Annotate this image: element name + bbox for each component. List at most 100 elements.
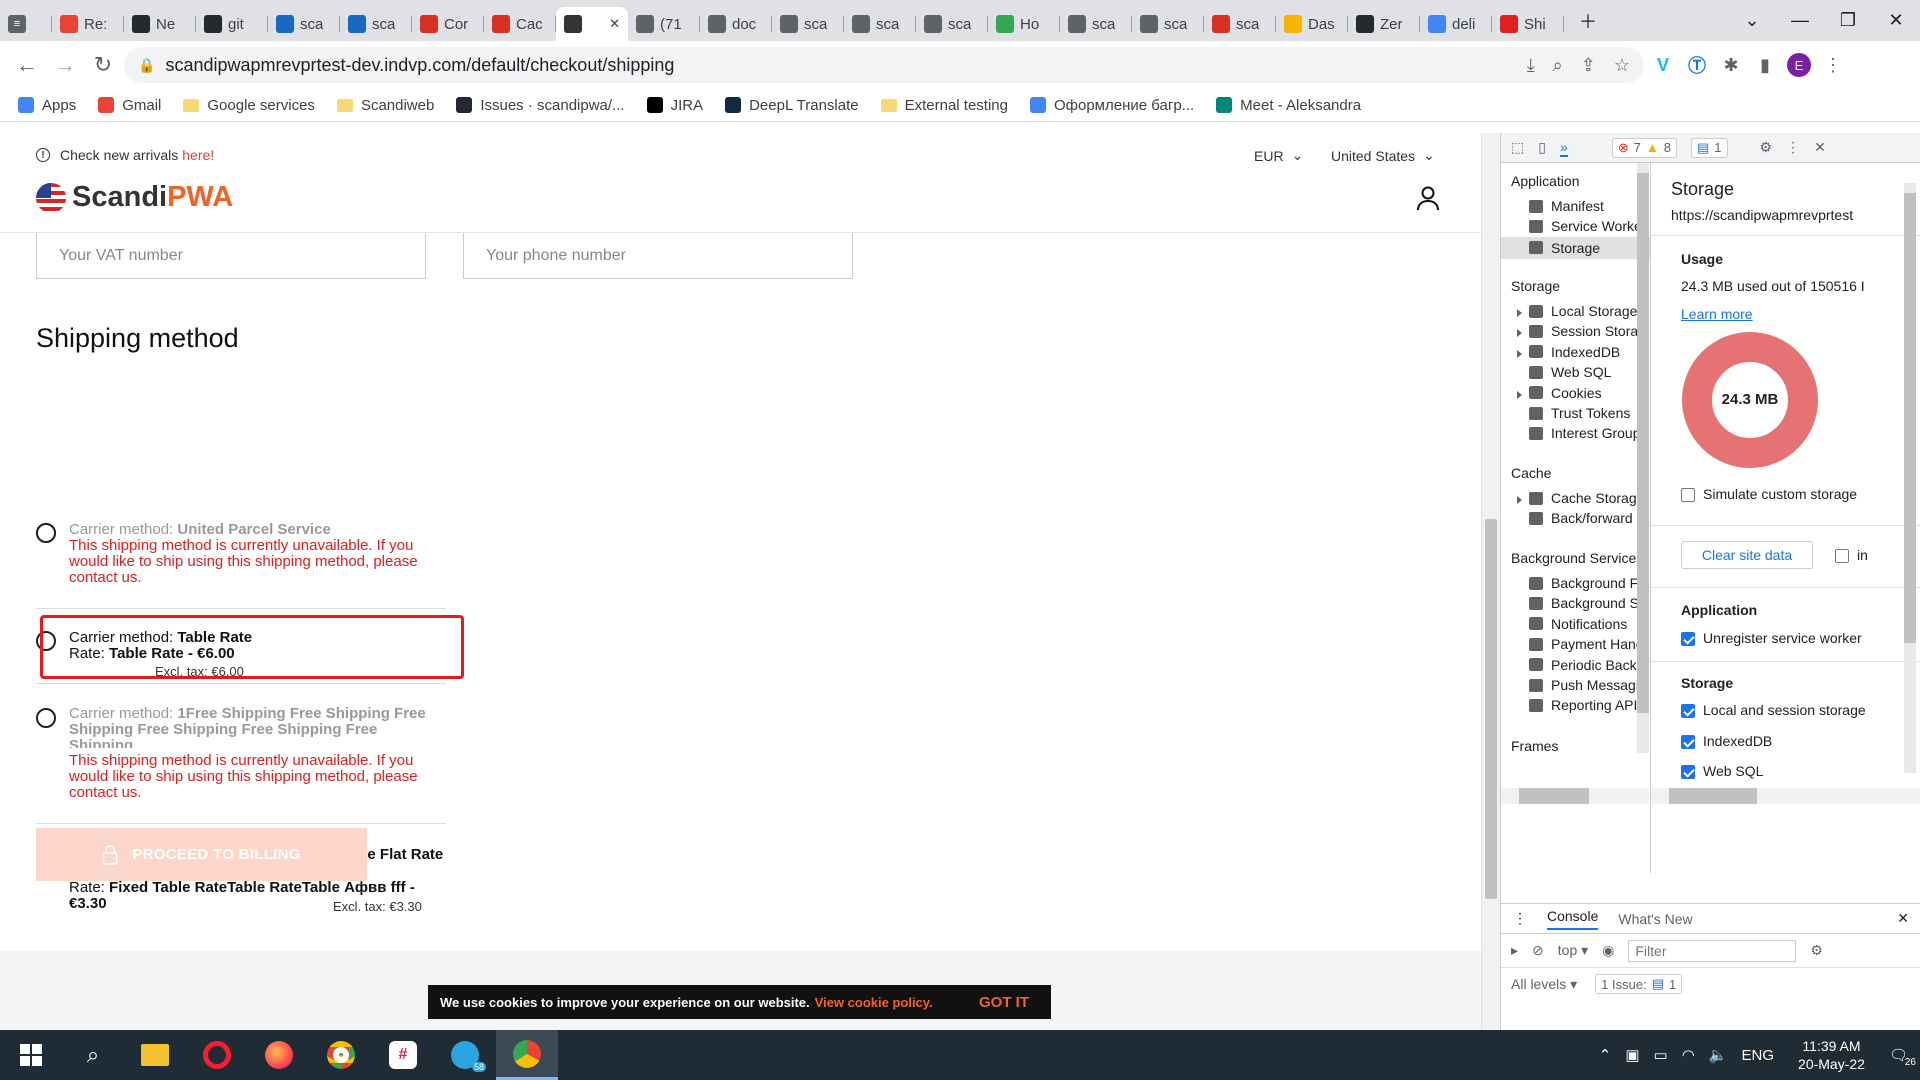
shipping-option-ups[interactable]	[36, 388, 446, 543]
browser-tab[interactable]: Cor	[412, 7, 484, 41]
sidebar-item[interactable]: Periodic Backg	[1529, 657, 1644, 673]
telegram-icon[interactable]: 58	[434, 1030, 496, 1080]
new-tab-button[interactable]: ＋	[1564, 0, 1612, 41]
local-session-checkbox[interactable]: Local and session storage	[1681, 702, 1866, 719]
context-select[interactable]: top ▾	[1558, 942, 1588, 959]
start-button[interactable]	[0, 1030, 62, 1080]
account-icon[interactable]	[1415, 185, 1441, 211]
sidebar-item[interactable]: Back/forward	[1529, 510, 1633, 526]
sidebar-item[interactable]: Notifications	[1529, 616, 1627, 632]
file-explorer-icon[interactable]	[124, 1030, 186, 1080]
console-issues-button[interactable]: 1 Issue: ▤ 1	[1595, 974, 1683, 994]
tab-search-icon-btn[interactable]: ≡	[0, 7, 52, 41]
close-tab-icon[interactable]: ✕	[609, 16, 620, 32]
bookmark-item[interactable]: JIRA	[646, 97, 703, 114]
clear-site-data-button[interactable]: Clear site data	[1681, 541, 1813, 569]
country-select[interactable]: United States ⌄	[1331, 147, 1435, 164]
translate-extension-icon[interactable]: Ⓣ	[1682, 50, 1712, 80]
inspect-element-icon[interactable]: ⬚	[1511, 139, 1524, 156]
wifi-icon[interactable]: ◠	[1682, 1046, 1695, 1064]
browser-tab[interactable]: sca	[916, 7, 988, 41]
cookie-policy-link[interactable]: View cookie policy.	[815, 995, 933, 1010]
forward-button[interactable]: →	[48, 48, 82, 82]
browser-tab[interactable]: Zer	[1348, 7, 1420, 41]
bookmark-item[interactable]: DeepL Translate	[725, 97, 859, 114]
volume-icon[interactable]: 🔈	[1709, 1046, 1728, 1064]
bookmark-item[interactable]: Scandiweb	[336, 97, 434, 114]
clear-console-icon[interactable]: ⊘	[1532, 942, 1544, 959]
include-checkbox[interactable]: in	[1835, 547, 1868, 564]
side-panel-icon[interactable]: ▮	[1750, 50, 1780, 80]
h-scroll-thumb[interactable]	[1669, 788, 1757, 804]
browser-tab[interactable]: Ne	[124, 7, 196, 41]
sidebar-item[interactable]: Background S	[1529, 595, 1639, 611]
browser-tab[interactable]: sca	[340, 7, 412, 41]
browser-tab[interactable]: Das	[1276, 7, 1348, 41]
live-expression-eye-icon[interactable]: ◉	[1602, 942, 1614, 959]
chevron-up-icon[interactable]: ⌃	[1599, 1046, 1612, 1064]
cookie-accept-button[interactable]: GOT IT	[979, 994, 1039, 1011]
bookmark-item[interactable]: Issues · scandipwa/...	[456, 97, 625, 114]
learn-more-link[interactable]: Learn more	[1681, 306, 1753, 322]
notice-link[interactable]: here!	[182, 147, 214, 163]
sidebar-item[interactable]: Payment Hand	[1529, 636, 1644, 652]
browser-tab[interactable]: Ho	[988, 7, 1060, 41]
simulate-storage-checkbox[interactable]: Simulate custom storage	[1681, 486, 1857, 503]
close-devtools-icon[interactable]: ✕	[1814, 139, 1826, 156]
browser-tab[interactable]: git	[196, 7, 268, 41]
checkbox-checked[interactable]	[1681, 735, 1695, 750]
expand-arrow-icon[interactable]	[1517, 349, 1522, 358]
checkbox-checked[interactable]	[1681, 704, 1695, 719]
vimeo-extension-icon[interactable]: V	[1648, 50, 1678, 80]
issues-counter[interactable]: ⊗ 7 ▲ 8	[1611, 137, 1677, 158]
bookmark-item[interactable]: Google services	[183, 97, 315, 114]
tab-search-icon[interactable]: ⌄	[1728, 0, 1776, 41]
opera-icon[interactable]	[186, 1030, 248, 1080]
profile-avatar[interactable]: E	[1784, 50, 1814, 80]
install-icon[interactable]: ⤓	[1527, 55, 1535, 76]
sidebar-item[interactable]: Reporting API	[1529, 697, 1637, 713]
checkbox-checked[interactable]	[1681, 765, 1695, 780]
issues-badge[interactable]: ▤ 1	[1691, 137, 1728, 158]
proceed-to-billing-button[interactable]: PROCEED TO BILLING	[36, 828, 367, 881]
checkbox[interactable]	[1835, 549, 1849, 564]
address-bar[interactable]: 🔒 scandipwapmrevprtest-dev.indvp.com/def…	[124, 47, 1644, 83]
sidebar-item[interactable]: Cookies	[1529, 385, 1602, 401]
browser-tab[interactable]: sca	[1204, 7, 1276, 41]
log-levels-select[interactable]: All levels ▾	[1511, 976, 1577, 993]
browser-tab[interactable]: Cac	[484, 7, 556, 41]
browser-tab[interactable]: Shi	[1492, 7, 1564, 41]
radio-free-shipping[interactable]	[36, 708, 56, 728]
browser-tab[interactable]: sca	[844, 7, 916, 41]
slack-icon[interactable]: #	[372, 1030, 434, 1080]
sidebar-item[interactable]: Background F	[1529, 575, 1638, 591]
expand-arrow-icon[interactable]	[1517, 390, 1522, 399]
sidebar-scrollbar[interactable]	[1637, 163, 1649, 753]
whats-new-tab[interactable]: What's New	[1618, 911, 1692, 927]
close-window-button[interactable]: ✕	[1872, 0, 1920, 41]
drawer-menu-icon[interactable]: ⋮	[1513, 910, 1527, 927]
close-drawer-icon[interactable]: ✕	[1897, 910, 1909, 927]
console-settings-icon[interactable]: ⚙	[1810, 942, 1823, 959]
language-indicator[interactable]: ENG	[1742, 1047, 1775, 1064]
bookmark-item[interactable]: Meet - Aleksandra	[1216, 97, 1361, 114]
more-tabs-icon[interactable]: »	[1559, 139, 1568, 157]
expand-arrow-icon[interactable]	[1517, 329, 1522, 338]
maximize-button[interactable]: ❐	[1824, 0, 1872, 41]
devtools-menu-icon[interactable]: ⋮	[1786, 139, 1800, 156]
site-logo[interactable]: Scandi PWA	[36, 181, 233, 214]
minimize-button[interactable]: —	[1776, 0, 1824, 41]
chrome-profile-icon[interactable]	[496, 1030, 558, 1080]
sidebar-scroll-thumb[interactable]	[1637, 173, 1649, 713]
page-scrollbar[interactable]	[1481, 133, 1500, 1030]
filter-input[interactable]: Filter	[1628, 939, 1797, 962]
bookmark-star-icon[interactable]: ☆	[1614, 55, 1630, 76]
settings-gear-icon[interactable]: ⚙	[1760, 139, 1773, 156]
browser-tab[interactable]: sca	[1060, 7, 1132, 41]
sidebar-item[interactable]: IndexedDB	[1529, 344, 1620, 360]
checkbox[interactable]	[1681, 488, 1695, 503]
sidebar-item[interactable]: Storage	[1501, 236, 1650, 259]
search-icon[interactable]: ⌕	[62, 1030, 124, 1080]
bookmark-item[interactable]: Gmail	[98, 97, 161, 114]
page-scroll-thumb[interactable]	[1485, 519, 1497, 899]
